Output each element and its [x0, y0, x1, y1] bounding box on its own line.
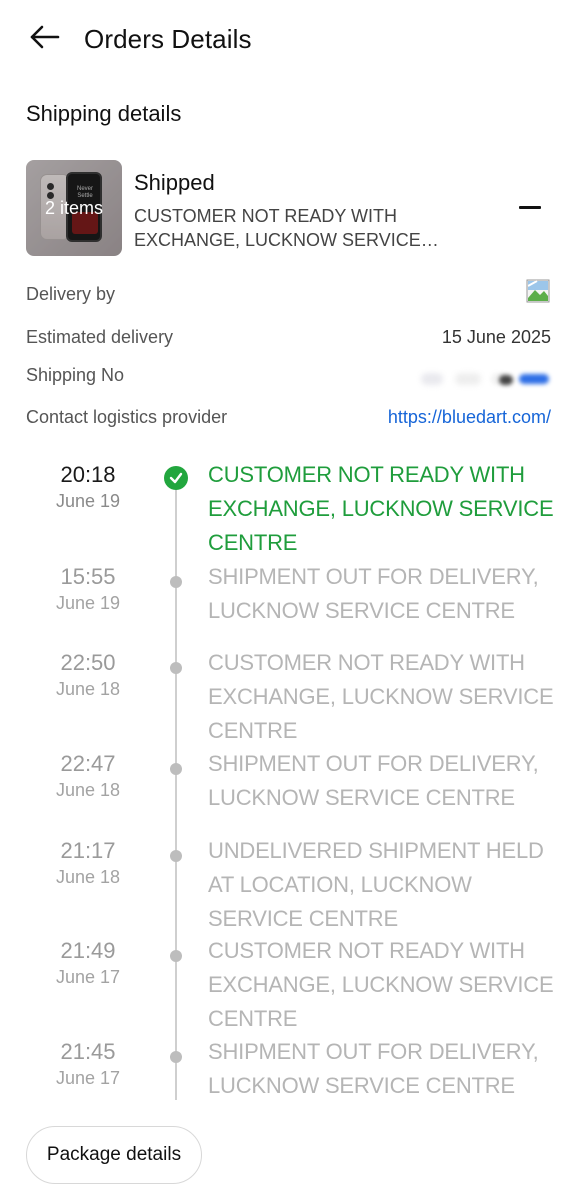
event-description: UNDELIVERED SHIPMENT HELD AT LOCATION, L… — [208, 838, 544, 931]
redaction-blur — [421, 373, 443, 385]
page-title: Orders Details — [84, 24, 252, 54]
redaction-blur — [499, 375, 513, 385]
shipping-no-redacted — [421, 371, 551, 387]
event-date: June 17 — [55, 967, 121, 987]
arrow-left-icon — [30, 25, 60, 49]
event-time: 21:17 — [60, 838, 116, 863]
event-time: 21:49 — [60, 938, 116, 963]
section-title: Shipping details — [26, 101, 182, 126]
event-description: SHIPMENT OUT FOR DELIVERY, LUCKNOW SERVI… — [208, 564, 539, 623]
collapse-button[interactable] — [517, 194, 545, 222]
event-date: June 18 — [55, 679, 121, 699]
tracking-timeline: 20:18 June 19 CUSTOMER NOT READY WITH EX… — [0, 458, 577, 1108]
event-date: June 19 — [55, 593, 121, 613]
package-details-button[interactable]: Package details — [26, 1126, 202, 1184]
logistics-provider-link[interactable]: https://bluedart.com/ — [388, 407, 551, 428]
shipment-description: CUSTOMER NOT READY WITH EXCHANGE, LUCKNO… — [134, 206, 439, 250]
back-button[interactable] — [28, 22, 62, 52]
event-description: SHIPMENT OUT FOR DELIVERY, LUCKNOW SERVI… — [208, 1039, 539, 1098]
minus-icon — [519, 206, 541, 209]
shipping-no-row: Shipping No — [26, 365, 551, 393]
product-thumbnail[interactable]: Never Settle 2 items — [26, 160, 122, 256]
timeline-dot-icon — [170, 576, 182, 588]
timeline-dot-icon — [170, 662, 182, 674]
event-date: June 19 — [55, 491, 121, 511]
estimated-delivery-row: Estimated delivery 15 June 2025 — [26, 327, 551, 355]
timeline-dot-icon — [170, 763, 182, 775]
shipment-summary[interactable]: Never Settle 2 items Shipped CUSTOMER NO… — [26, 158, 551, 258]
timeline-dot-icon — [170, 850, 182, 862]
timeline-line — [175, 482, 177, 1100]
app-header: Orders Details — [0, 0, 577, 80]
event-description: CUSTOMER NOT READY WITH EXCHANGE, LUCKNO… — [208, 938, 554, 1031]
event-description: CUSTOMER NOT READY WITH EXCHANGE, LUCKNO… — [208, 650, 554, 743]
delivery-by-row: Delivery by — [26, 279, 551, 312]
event-time: 22:47 — [60, 751, 116, 776]
delivery-by-label: Delivery by — [26, 284, 116, 304]
event-time: 20:18 — [60, 462, 116, 487]
event-date: June 18 — [55, 867, 121, 887]
shipping-no-label: Shipping No — [26, 365, 125, 385]
timeline-dot-icon — [170, 1051, 182, 1063]
event-date: June 17 — [55, 1068, 121, 1088]
estimated-delivery-value: 15 June 2025 — [441, 327, 551, 347]
event-time: 22:50 — [60, 650, 116, 675]
event-time: 15:55 — [60, 564, 116, 589]
estimated-delivery-label: Estimated delivery — [26, 327, 174, 347]
event-description: CUSTOMER NOT READY WITH EXCHANGE, LUCKNO… — [208, 462, 554, 555]
item-count: 2 items — [44, 198, 104, 218]
redaction-blur — [455, 373, 481, 385]
redaction-blur — [519, 374, 549, 384]
timeline-dot-icon — [170, 950, 182, 962]
shipment-status: Shipped — [134, 170, 215, 195]
event-time: 21:45 — [60, 1039, 116, 1064]
event-date: June 18 — [55, 780, 121, 800]
check-circle-icon — [164, 466, 188, 490]
broken-image-icon — [526, 279, 550, 303]
contact-provider-label: Contact logistics provider — [26, 407, 228, 427]
contact-provider-row: Contact logistics provider https://blued… — [26, 407, 551, 435]
event-description: SHIPMENT OUT FOR DELIVERY, LUCKNOW SERVI… — [208, 751, 539, 810]
